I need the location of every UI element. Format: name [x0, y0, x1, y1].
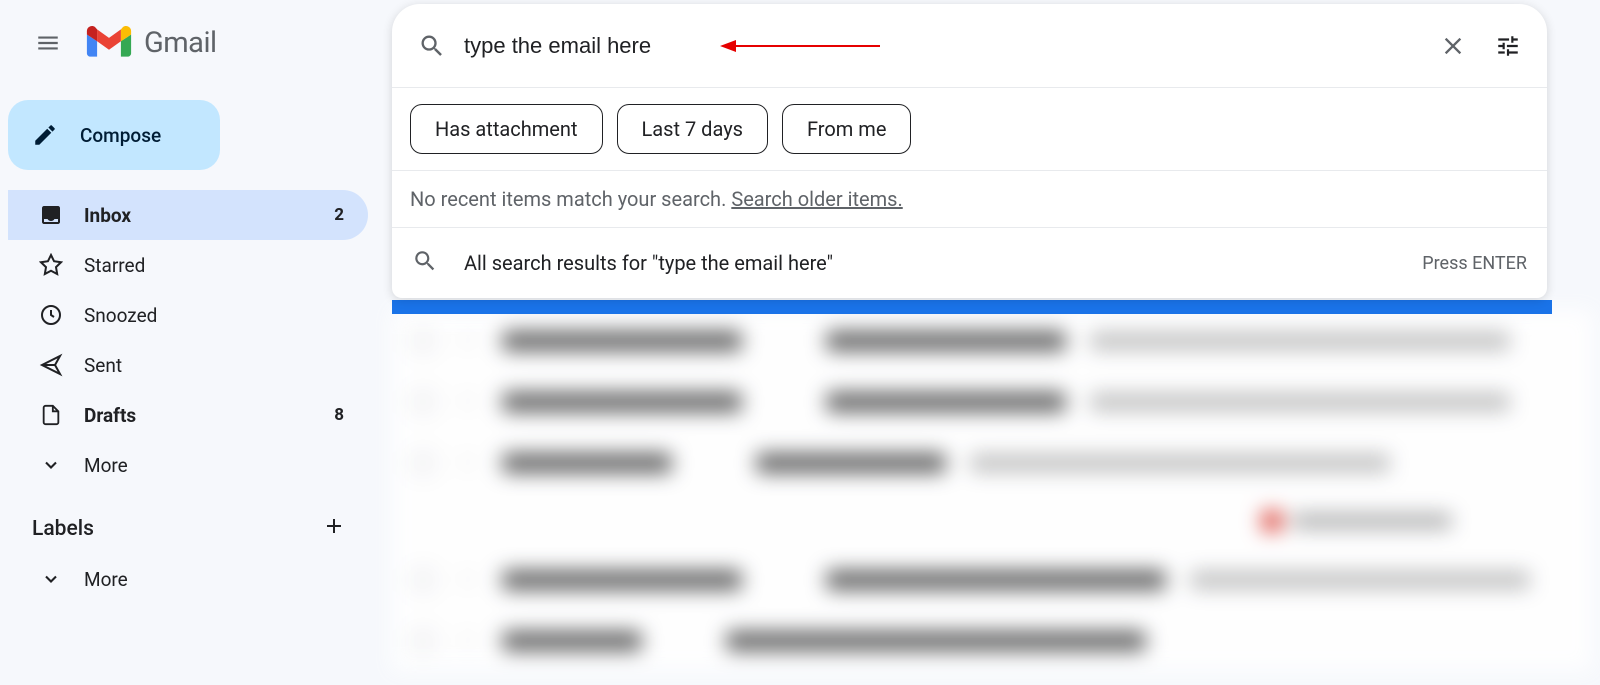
- chip-last-7-days[interactable]: Last 7 days: [617, 104, 768, 154]
- more-label: More: [84, 454, 344, 477]
- gmail-icon: [86, 26, 132, 60]
- search-button[interactable]: [410, 24, 454, 68]
- plus-icon: [322, 514, 346, 538]
- chip-from-me[interactable]: From me: [782, 104, 911, 154]
- chevron-down-icon: [38, 452, 64, 478]
- sidebar-item-sent[interactable]: Sent: [8, 340, 368, 390]
- clock-icon: [38, 302, 64, 328]
- sidebar: Compose Inbox 2 Starred Snoozed Sent Dra…: [0, 100, 370, 604]
- drafts-label: Drafts: [84, 404, 314, 427]
- search-icon: [412, 248, 438, 278]
- compose-label: Compose: [80, 124, 161, 147]
- annotation-arrow: [720, 36, 880, 56]
- clear-search-button[interactable]: [1439, 32, 1467, 60]
- sidebar-item-labels-more[interactable]: More: [8, 554, 368, 604]
- sidebar-item-snoozed[interactable]: Snoozed: [8, 290, 368, 340]
- gmail-logo[interactable]: Gmail: [86, 26, 217, 60]
- compose-button[interactable]: Compose: [8, 100, 220, 170]
- inbox-label: Inbox: [84, 204, 314, 227]
- blurred-email-list: ☆ ☆ ☆ ☆ ☆: [392, 310, 1592, 671]
- press-enter-hint: Press ENTER: [1422, 253, 1527, 274]
- search-options-button[interactable]: [1495, 33, 1521, 59]
- drafts-count: 8: [334, 405, 344, 425]
- tune-icon: [1495, 33, 1521, 59]
- search-filter-chips: Has attachment Last 7 days From me: [392, 88, 1547, 171]
- search-icon: [418, 32, 446, 60]
- sent-label: Sent: [84, 354, 344, 377]
- search-bar: [392, 4, 1547, 88]
- search-input[interactable]: [454, 33, 1439, 59]
- sidebar-item-drafts[interactable]: Drafts 8: [8, 390, 368, 440]
- chevron-down-icon: [38, 566, 64, 592]
- pencil-icon: [32, 122, 58, 148]
- sidebar-item-more[interactable]: More: [8, 440, 368, 490]
- labels-header: Labels: [8, 490, 370, 554]
- no-results-prefix: No recent items match your search.: [410, 187, 731, 211]
- inbox-icon: [38, 202, 64, 228]
- labels-more-label: More: [84, 568, 344, 591]
- search-dropdown-panel: Has attachment Last 7 days From me No re…: [392, 4, 1547, 298]
- file-icon: [38, 402, 64, 428]
- all-results-text: All search results for "type the email h…: [464, 251, 1396, 275]
- snoozed-label: Snoozed: [84, 304, 344, 327]
- app-name: Gmail: [144, 26, 217, 60]
- search-older-link[interactable]: Search older items.: [731, 187, 902, 211]
- all-results-row[interactable]: All search results for "type the email h…: [392, 228, 1547, 298]
- sidebar-item-inbox[interactable]: Inbox 2: [8, 190, 368, 240]
- add-label-button[interactable]: [322, 514, 346, 544]
- selection-strip: [392, 300, 1552, 314]
- send-icon: [38, 352, 64, 378]
- chip-has-attachment[interactable]: Has attachment: [410, 104, 603, 154]
- main-menu-button[interactable]: [22, 17, 74, 69]
- inbox-count: 2: [334, 205, 344, 225]
- hamburger-icon: [35, 30, 61, 56]
- starred-label: Starred: [84, 254, 344, 277]
- sidebar-item-starred[interactable]: Starred: [8, 240, 368, 290]
- close-icon: [1439, 32, 1467, 60]
- star-icon: [38, 252, 64, 278]
- no-results-message: No recent items match your search. Searc…: [392, 171, 1547, 228]
- labels-title: Labels: [32, 517, 94, 541]
